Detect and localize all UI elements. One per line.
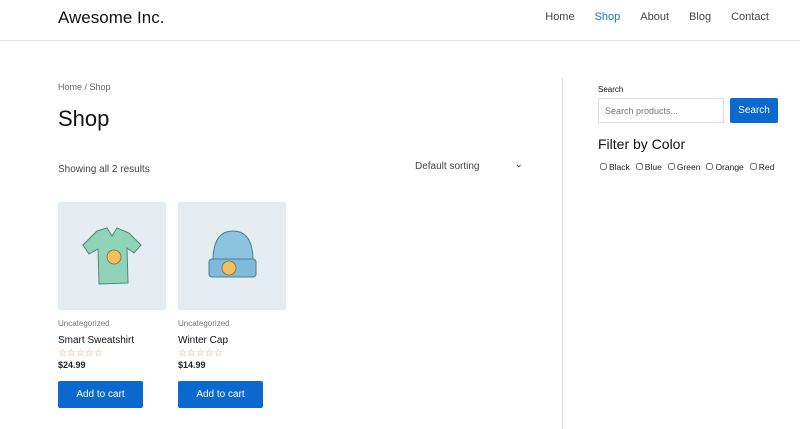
sorting-value: Default sorting bbox=[415, 161, 480, 172]
checkbox[interactable] bbox=[600, 163, 607, 170]
product-image[interactable] bbox=[178, 202, 286, 310]
checkbox[interactable] bbox=[706, 163, 714, 170]
page-title: Shop bbox=[58, 106, 110, 131]
product-name[interactable]: Smart Sweatshirt bbox=[58, 335, 166, 346]
product-card: Uncategorized Winter Cap ☆☆☆☆☆ $14.99 Ad… bbox=[178, 202, 286, 408]
sidebar-divider bbox=[562, 78, 563, 429]
color-filter-black[interactable]: Black bbox=[600, 160, 630, 173]
beanie-icon bbox=[208, 230, 257, 278]
chevron-down-icon: ⌄ bbox=[514, 159, 523, 170]
color-filter-red[interactable]: Red bbox=[749, 160, 774, 173]
site-logo[interactable]: Awesome Inc. bbox=[58, 8, 164, 28]
nav-shop[interactable]: Shop bbox=[595, 11, 621, 23]
search-label: Search bbox=[598, 85, 624, 94]
t-shirt-icon bbox=[82, 227, 142, 285]
main-nav: Home Shop About Blog Contact bbox=[545, 11, 769, 23]
nav-blog[interactable]: Blog bbox=[689, 11, 711, 23]
result-count: Showing all 2 results bbox=[58, 164, 150, 175]
star-rating: ☆☆☆☆☆ bbox=[58, 348, 103, 359]
star-rating: ☆☆☆☆☆ bbox=[178, 348, 223, 359]
add-to-cart-button[interactable]: Add to cart bbox=[178, 381, 263, 408]
product-category[interactable]: Uncategorized bbox=[58, 319, 166, 328]
sorting-select[interactable]: Default sorting ⌄ bbox=[415, 159, 525, 172]
color-filter-orange[interactable]: Orange bbox=[706, 160, 744, 173]
product-image[interactable] bbox=[58, 202, 166, 310]
breadcrumb[interactable]: Home / Shop bbox=[58, 82, 111, 92]
checkbox[interactable] bbox=[749, 163, 757, 170]
color-filter-green[interactable]: Green bbox=[667, 160, 700, 173]
product-category[interactable]: Uncategorized bbox=[178, 319, 286, 328]
site-header: Awesome Inc. Home Shop About Blog Contac… bbox=[0, 0, 800, 41]
nav-about[interactable]: About bbox=[640, 11, 669, 23]
product-price: $24.99 bbox=[58, 360, 86, 370]
checkbox[interactable] bbox=[667, 163, 675, 170]
nav-contact[interactable]: Contact bbox=[731, 11, 769, 23]
checkbox[interactable] bbox=[635, 163, 643, 170]
search-input[interactable] bbox=[598, 98, 724, 123]
product-price: $14.99 bbox=[178, 360, 206, 370]
color-filter-list: Black Blue Green Orange Red bbox=[600, 160, 780, 173]
product-name[interactable]: Winter Cap bbox=[178, 335, 286, 346]
search-button[interactable]: Search bbox=[730, 98, 778, 123]
product-card: Uncategorized Smart Sweatshirt ☆☆☆☆☆ $24… bbox=[58, 202, 166, 408]
color-filter-blue[interactable]: Blue bbox=[635, 160, 662, 173]
filter-title: Filter by Color bbox=[598, 136, 686, 152]
nav-home[interactable]: Home bbox=[545, 11, 574, 23]
add-to-cart-button[interactable]: Add to cart bbox=[58, 381, 143, 408]
